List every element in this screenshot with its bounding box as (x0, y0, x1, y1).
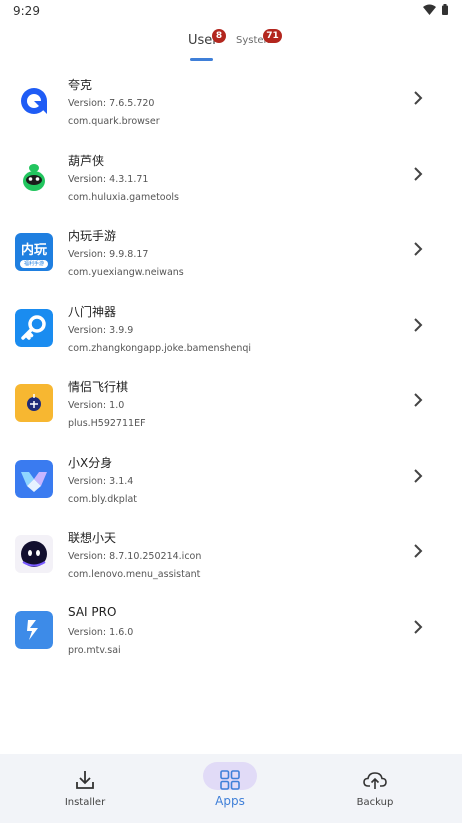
app-name: 小X分身 (68, 455, 113, 470)
list-item[interactable]: 内玩 福利手游 内玩手游 Version: 9.9.8.17 com.yuexi… (0, 221, 462, 297)
nav-backup[interactable]: Backup (315, 754, 435, 823)
list-item[interactable]: 联想小天 Version: 8.7.10.250214.icon com.len… (0, 523, 462, 599)
status-time: 9:29 (13, 4, 40, 18)
chevron-right-icon (414, 317, 423, 332)
app-name: 葫芦侠 (68, 153, 105, 168)
app-version: Version: 8.7.10.250214.icon (68, 551, 202, 562)
app-version: Version: 3.1.4 (68, 475, 134, 487)
tab-indicator (190, 58, 213, 61)
app-version: Version: 9.9.8.17 (68, 249, 149, 260)
chevron-right-icon (414, 468, 423, 483)
app-type-tabs: User 8 System 71 (0, 28, 462, 64)
huluxia-icon (15, 157, 53, 196)
cloud-upload-icon (359, 766, 391, 794)
app-list: 夸克 Version: 7.6.5.720 com.quark.browser … (0, 70, 462, 674)
status-icons (423, 4, 448, 15)
app-version: Version: 4.3.1.71 (68, 173, 149, 185)
list-item[interactable]: 八门神器 Version: 3.9.9 com.zhangkongapp.jok… (0, 297, 462, 373)
app-package: com.bly.dkplat (68, 493, 138, 505)
quark-icon (15, 82, 53, 120)
chevron-right-icon (414, 544, 423, 558)
system-count-badge: 71 (263, 29, 282, 43)
battery-icon (442, 4, 448, 15)
nav-apps[interactable]: Apps (170, 754, 290, 823)
app-package: pro.mtv.sai (68, 644, 121, 656)
chevron-right-icon (414, 166, 423, 181)
app-version: Version: 1.0 (68, 400, 125, 411)
app-version: Version: 7.6.5.720 (68, 98, 155, 109)
app-package: com.lenovo.menu_assistant (68, 569, 201, 580)
app-package: com.zhangkongapp.joke.bamenshenqi (68, 342, 252, 354)
user-count-badge: 8 (212, 29, 226, 43)
app-name: 联想小天 (68, 531, 117, 545)
bamen-icon (15, 308, 53, 347)
app-package: com.yuexiangw.neiwans (68, 267, 184, 278)
app-name: SAI PRO (68, 604, 117, 619)
app-package: com.quark.browser (68, 116, 160, 127)
app-package: com.huluxia.gametools (68, 191, 180, 203)
chevron-right-icon (414, 242, 423, 256)
list-item[interactable]: 情侣飞行棋 Version: 1.0 plus.H592711EF (0, 372, 462, 448)
grid-icon (214, 766, 246, 794)
app-version: Version: 1.6.0 (68, 626, 134, 638)
xiaox-icon (15, 459, 53, 498)
list-item[interactable]: SAI PRO Version: 1.6.0 pro.mtv.sai (0, 599, 462, 675)
app-name: 夸克 (68, 78, 93, 92)
list-item[interactable]: 葫芦侠 Version: 4.3.1.71 com.huluxia.gameto… (0, 146, 462, 222)
chevron-right-icon (414, 91, 423, 105)
nav-installer[interactable]: Installer (25, 754, 145, 823)
list-item[interactable]: 小X分身 Version: 3.1.4 com.bly.dkplat (0, 448, 462, 524)
app-package: plus.H592711EF (68, 418, 146, 429)
app-name: 情侣飞行棋 (68, 380, 129, 394)
bottom-navigation: Installer Apps Backup (0, 754, 462, 823)
neiwan-icon: 内玩 福利手游 (15, 233, 53, 271)
neiwan-icon-subtext: 福利手游 (20, 260, 48, 268)
app-name: 内玩手游 (68, 229, 117, 243)
list-item[interactable]: 夸克 Version: 7.6.5.720 com.quark.browser (0, 70, 462, 146)
neiwan-icon-text: 内玩 (20, 243, 47, 258)
wifi-icon (423, 4, 436, 15)
nav-apps-label: Apps (215, 794, 245, 808)
chevron-right-icon (414, 619, 423, 634)
lenovo-assistant-icon (15, 535, 53, 573)
status-bar: 9:29 (0, 0, 462, 22)
download-icon (69, 766, 101, 794)
nav-backup-label: Backup (356, 797, 394, 808)
chevron-right-icon (414, 393, 423, 407)
app-name: 八门神器 (68, 304, 117, 319)
couple-chess-icon (15, 384, 53, 422)
sai-icon (15, 610, 53, 649)
nav-installer-label: Installer (64, 797, 106, 808)
app-version: Version: 3.9.9 (68, 324, 134, 336)
